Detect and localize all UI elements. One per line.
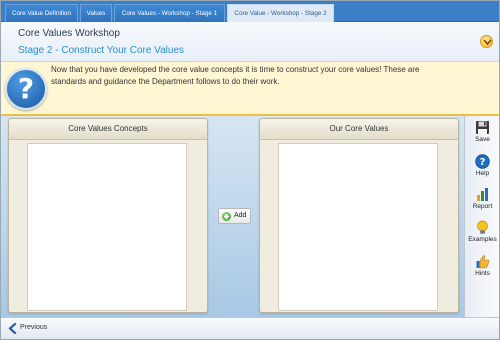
tab-core-value-definition[interactable]: Core Value Definition: [5, 4, 78, 22]
tool-sidebar: Save ? Help Report Examples Hints: [464, 116, 499, 317]
help-label: Help: [475, 170, 490, 177]
hints-label: Hints: [475, 270, 490, 277]
examples-button[interactable]: Examples: [465, 219, 499, 251]
report-icon: [477, 188, 488, 201]
add-button-label: Add: [234, 212, 247, 219]
our-core-values-panel: Our Core Values: [259, 118, 459, 313]
examples-label: Examples: [468, 236, 497, 243]
save-label: Save: [475, 136, 490, 143]
report-label: Report: [472, 203, 493, 210]
svg-text:?: ?: [480, 157, 486, 168]
core-values-concepts-heading: Core Values Concepts: [9, 119, 207, 140]
arrow-left-icon: [8, 323, 17, 334]
report-button[interactable]: Report: [465, 186, 499, 218]
hints-button[interactable]: Hints: [465, 253, 499, 285]
page-title: Core Values Workshop: [18, 28, 120, 39]
add-button[interactable]: Add: [218, 208, 251, 224]
workspace: Core Values Concepts Add Our Core Values: [1, 116, 464, 317]
info-banner: ? Now that you have developed the core v…: [1, 62, 499, 116]
page-subtitle: Stage 2 - Construct Your Core Values: [18, 45, 185, 56]
floppy-disk-icon: [476, 121, 489, 134]
core-values-concepts-panel: Core Values Concepts: [8, 118, 208, 313]
our-core-values-heading: Our Core Values: [260, 119, 458, 140]
info-text: Now that you have developed the core val…: [51, 65, 420, 86]
save-button[interactable]: Save: [465, 119, 499, 151]
help-button[interactable]: ? Help: [465, 153, 499, 185]
tab-workshop-stage-1[interactable]: Core Values - Workshop - Stage 1: [114, 4, 225, 22]
add-plus-icon: [222, 212, 231, 221]
footer-bar: Previous: [1, 317, 499, 339]
our-core-values-list[interactable]: [278, 143, 438, 311]
lightbulb-icon: [477, 220, 488, 234]
page-header: Core Values Workshop Stage 2 - Construct…: [1, 22, 499, 62]
app-window: Core Value Definition Values Core Values…: [0, 0, 500, 340]
thumbs-up-icon: [476, 255, 490, 269]
question-mark-icon: ?: [5, 68, 47, 110]
tab-strip: Core Value Definition Values Core Values…: [1, 1, 499, 22]
tab-workshop-stage-2[interactable]: Core Value - Workshop - Stage 2: [227, 4, 334, 22]
previous-label: Previous: [20, 324, 48, 331]
tab-values[interactable]: Values: [80, 4, 112, 22]
core-values-concepts-list[interactable]: [27, 143, 187, 311]
collapse-chevron-icon[interactable]: [480, 35, 493, 48]
help-icon: ?: [475, 154, 490, 169]
